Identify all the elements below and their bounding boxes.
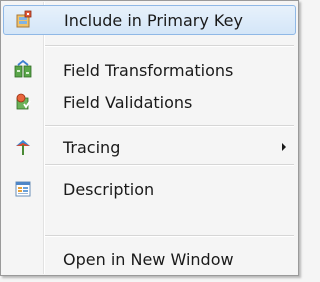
field-transformations-icon [13,59,33,80]
field-validations-icon [13,92,33,112]
menu-item-tracing[interactable]: Tracing [3,132,296,162]
menu-separator [45,164,294,166]
menu-item-description[interactable]: Description [3,174,296,204]
menu-item-label: Open in New Window [63,249,234,269]
menu-item-label: Include in Primary Key [64,10,243,30]
context-menu: Include in Primary Key Field Transformat… [0,0,299,276]
submenu-arrow-icon [282,143,286,151]
menu-item-include-in-primary-key[interactable]: Include in Primary Key [3,5,296,35]
menu-separator [45,235,294,237]
menu-item-field-validations[interactable]: Field Validations [3,87,296,117]
tracing-icon [13,137,33,157]
menu-item-label: Field Transformations [63,60,234,80]
menu-item-label: Field Validations [63,92,193,112]
menu-item-open-in-new-window[interactable]: Open in New Window [3,244,296,274]
menu-item-field-transformations[interactable]: Field Transformations [3,55,296,85]
menu-item-label: Description [63,179,155,199]
primary-key-icon [14,10,34,30]
description-icon [13,179,33,199]
menu-separator [45,45,294,47]
menu-separator [45,125,294,127]
menu-item-label: Tracing [63,137,121,157]
